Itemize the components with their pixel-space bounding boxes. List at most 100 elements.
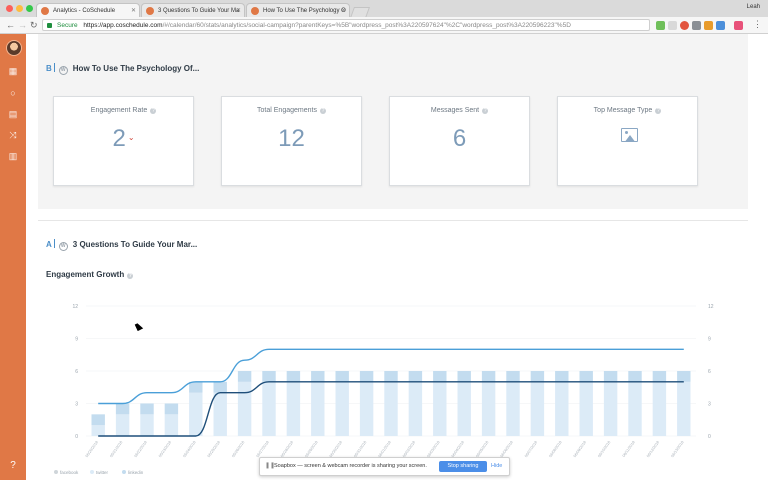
bar-linkedin [384, 371, 398, 382]
bar-twitter [384, 381, 398, 436]
avatar[interactable] [6, 40, 22, 56]
tab-label: 3 Questions To Guide Your Ma [158, 8, 240, 14]
maximize-window-button[interactable] [26, 5, 33, 12]
stop-sharing-button[interactable]: Stop sharing [439, 461, 487, 472]
shuffle-icon[interactable]: ⤨ [8, 130, 18, 140]
app-sidebar: ▦ ○ ▤ ⤨ ▥ ? [0, 34, 26, 480]
bar-twitter [237, 381, 252, 436]
x-tick-label: 05/23/2018 [158, 440, 172, 458]
engagement-rate-card: Engagement Rate? 2 ⌄ [53, 96, 194, 186]
tab-analytics[interactable]: Analytics - CoSchedule ✕ [36, 3, 140, 17]
forward-arrow-icon[interactable]: → [18, 19, 27, 31]
bar-twitter [628, 381, 642, 436]
x-tick-label: 05/28/2018 [280, 440, 294, 458]
extension-icon[interactable] [680, 21, 689, 30]
coschedule-favicon-icon [251, 7, 259, 15]
close-tab-icon[interactable]: ✕ [236, 4, 241, 17]
address-bar[interactable]: Secure https://app.coschedule.com/#/cale… [42, 19, 650, 31]
engagement-growth-chart: 0 3 6 9 12 0 3 6 9 12 05/20/2018 05/21/2018 05/22/20… [72, 304, 713, 458]
bar-twitter [433, 381, 447, 436]
bar-linkedin [115, 403, 130, 415]
help-icon[interactable]: ? [482, 108, 489, 114]
x-tick-label: 06/05/2018 [475, 440, 489, 458]
wordpress-icon: W [58, 66, 68, 75]
legend-linkedin[interactable]: linkedin [128, 470, 143, 475]
url-host: https://app.coschedule.com [83, 22, 163, 29]
campaign-b-heading: B W How To Use The Psychology Of... [46, 63, 199, 75]
close-tab-icon[interactable]: ✕ [341, 4, 346, 17]
bar-linkedin [677, 371, 691, 382]
bar-linkedin [164, 403, 179, 415]
x-tick-label: 06/01/2018 [378, 440, 392, 458]
help-icon[interactable]: ? [7, 460, 19, 472]
bar-linkedin [311, 371, 325, 382]
right-y-tick-label: 3 [708, 402, 711, 408]
close-window-button[interactable] [6, 5, 13, 12]
card-title-text: Messages Sent [430, 107, 480, 114]
help-icon[interactable]: ? [655, 108, 662, 114]
campaign-title[interactable]: How To Use The Psychology Of... [73, 64, 200, 73]
bar-twitter [140, 414, 154, 436]
analytics-icon[interactable]: ▥ [8, 151, 18, 161]
engagement-growth-title: Engagement Growth? [46, 270, 134, 279]
legend-twitter[interactable]: twitter [96, 470, 108, 475]
extension-icon[interactable] [656, 21, 665, 30]
card-value: 2 ⌄ [54, 125, 193, 153]
campaign-title[interactable]: 3 Questions To Guide Your Mar... [73, 240, 197, 249]
bar-twitter [335, 381, 349, 436]
tab-3-questions[interactable]: 3 Questions To Guide Your Ma ✕ [141, 3, 245, 17]
divider-bar [53, 63, 55, 72]
bar-linkedin [408, 371, 423, 382]
messages-sent-card: Messages Sent? 6 [389, 96, 530, 186]
circle-icon[interactable]: ○ [8, 88, 18, 98]
right-y-tick-label: 9 [708, 337, 711, 343]
card-title: Total Engagements? [222, 107, 361, 114]
y-tick-label: 3 [75, 402, 78, 408]
x-tick-label: 06/08/2018 [548, 440, 562, 458]
back-arrow-icon[interactable]: ← [6, 19, 15, 31]
card-title: Messages Sent? [390, 107, 529, 114]
bar-twitter [262, 381, 276, 436]
help-icon[interactable]: ? [319, 108, 326, 114]
calendar-icon[interactable]: ▦ [8, 66, 18, 76]
right-y-tick-label: 6 [708, 369, 711, 375]
extension-icon[interactable] [704, 21, 713, 30]
help-icon[interactable]: ? [127, 273, 134, 279]
bar-linkedin [213, 381, 227, 393]
minimize-window-button[interactable] [16, 5, 23, 12]
x-tick-label: 05/26/2018 [231, 440, 245, 458]
extension-icon[interactable] [668, 21, 677, 30]
bar-twitter [579, 381, 593, 436]
total-engagements-card: Total Engagements? 12 [221, 96, 362, 186]
help-icon[interactable]: ? [150, 108, 157, 114]
sharing-message: Soapbox — screen & webcam recorder is sh… [274, 463, 427, 469]
extension-icon[interactable] [734, 21, 743, 30]
right-y-tick-label: 0 [708, 434, 711, 440]
x-tick-label: 06/02/2018 [402, 440, 416, 458]
x-tick-label: 06/10/2018 [597, 440, 611, 458]
x-tick-label: 05/31/2018 [353, 440, 367, 458]
document-icon[interactable]: ▤ [8, 109, 18, 119]
bar-linkedin [359, 371, 374, 382]
growth-title-text: Engagement Growth [46, 270, 125, 279]
extension-icon[interactable] [716, 21, 725, 30]
bar-twitter [408, 381, 423, 436]
campaign-letter: B [46, 64, 52, 73]
bar-twitter [530, 381, 545, 436]
profile-name[interactable]: Leah [747, 4, 760, 10]
x-tick-label: 06/06/2018 [500, 440, 514, 458]
top-message-type-card: Top Message Type? [557, 96, 698, 186]
reload-icon[interactable]: ↻ [30, 19, 38, 31]
bar-twitter [506, 381, 520, 436]
x-tick-label: 06/12/2018 [646, 440, 660, 458]
legend-facebook[interactable]: facebook [60, 470, 78, 475]
coschedule-favicon-icon [41, 7, 49, 15]
tab-label: Analytics - CoSchedule [53, 8, 116, 14]
x-tick-label: 06/03/2018 [426, 440, 440, 458]
browser-menu-icon[interactable]: ⋮ [753, 19, 762, 30]
close-tab-icon[interactable]: ✕ [131, 4, 136, 17]
extension-icon[interactable] [692, 21, 701, 30]
tab-psychology[interactable]: How To Use The Psychology O ✕ [246, 3, 350, 17]
hide-button[interactable]: Hide [491, 458, 502, 475]
bar-twitter [481, 381, 496, 436]
